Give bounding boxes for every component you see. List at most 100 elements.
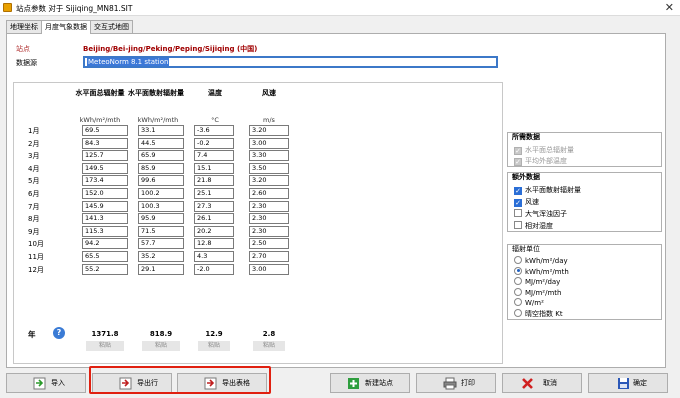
data-cell[interactable]: 173.4 [82, 175, 128, 187]
source-value: MeteoNorm 8.1 station [87, 58, 170, 66]
radio-icon[interactable] [514, 298, 522, 306]
data-cell[interactable]: 99.6 [138, 175, 184, 187]
radio-icon[interactable] [514, 287, 522, 296]
paste-button[interactable]: 粘贴 [142, 341, 180, 351]
data-cell[interactable]: 3.30 [249, 150, 289, 162]
data-cell[interactable]: 4.3 [194, 251, 234, 262]
data-cell[interactable]: 149.5 [82, 162, 128, 174]
data-cell[interactable]: 141.3 [82, 213, 128, 225]
new-site-button[interactable]: 新建站点 [330, 373, 410, 393]
data-cell[interactable]: 55.2 [82, 263, 128, 275]
save-icon [617, 377, 631, 390]
paste-button[interactable]: 粘贴 [253, 341, 285, 351]
site-parameters-window: 站点参数 对于 Sijiqing_MN81.SIT ✕ 地理坐标 月度气象数据 … [0, 0, 680, 398]
data-cell[interactable]: 2.30 [249, 225, 289, 237]
extra-item-wind-speed[interactable]: ✓ 风速 [514, 197, 539, 207]
data-cell[interactable]: 26.1 [194, 213, 234, 225]
unit-diffuse-horizontal: kWh/m²/mth [137, 116, 179, 124]
data-cell[interactable]: 33.1 [138, 125, 184, 136]
data-cell[interactable]: 25.1 [194, 188, 234, 199]
source-label: 数据源 [16, 59, 37, 67]
data-cell[interactable]: 20.2 [194, 225, 234, 237]
data-cell[interactable]: 3.50 [249, 162, 289, 174]
unit-option[interactable]: kWh/m²/mth [514, 266, 569, 276]
unit-option[interactable]: MJ/m²/day [514, 277, 560, 286]
month-label: 8月 [28, 215, 40, 224]
data-cell[interactable]: 27.3 [194, 200, 234, 212]
data-cell[interactable]: -3.6 [194, 125, 234, 136]
data-cell[interactable]: 145.9 [82, 200, 128, 212]
unit-wind-speed: m/s [263, 116, 275, 124]
cancel-label: 取消 [543, 379, 557, 387]
data-cell[interactable]: 2.70 [249, 251, 289, 262]
paste-button[interactable]: 粘贴 [86, 341, 124, 351]
data-cell[interactable]: 95.9 [138, 213, 184, 225]
month-label: 4月 [28, 164, 40, 173]
unit-option[interactable]: kWh/m²/day [514, 256, 568, 265]
data-cell[interactable]: 69.5 [82, 125, 128, 136]
data-cell[interactable]: 3.00 [249, 137, 289, 149]
import-button[interactable]: 导入 [6, 373, 86, 393]
data-cell[interactable]: 44.5 [138, 137, 184, 149]
data-cell[interactable]: 85.9 [138, 162, 184, 174]
extra-item-turbidity[interactable]: 大气浑浊因子 [514, 209, 567, 219]
data-cell[interactable]: 12.8 [194, 238, 234, 250]
data-cell[interactable]: 84.3 [82, 137, 128, 149]
radio-icon[interactable] [514, 256, 522, 264]
data-cell[interactable]: 3.00 [249, 263, 289, 275]
paste-button[interactable]: 粘贴 [198, 341, 230, 351]
checkbox-icon: ✓ [514, 147, 522, 155]
unit-option[interactable]: 晴空指数 Kt [514, 308, 563, 319]
data-cell[interactable]: 2.30 [249, 200, 289, 212]
data-cell[interactable]: 94.2 [82, 238, 128, 250]
unit-global-horizontal: kWh/m²/mth [79, 116, 121, 124]
source-input[interactable]: MeteoNorm 8.1 station [83, 56, 498, 68]
data-cell[interactable]: 100.2 [138, 188, 184, 199]
data-cell[interactable]: 152.0 [82, 188, 128, 199]
radio-icon[interactable] [514, 277, 522, 285]
extra-item-diffuse[interactable]: ✓ 水平面散射辐射量 [514, 185, 581, 195]
tab-monthly-meteo[interactable]: 月度气象数据 [41, 20, 91, 34]
tab-interactive-map[interactable]: 交互式地图 [90, 20, 133, 33]
data-cell[interactable]: -0.2 [194, 137, 234, 149]
annotation-highlight [89, 366, 271, 394]
site-name: Beijing/Bei-jing/Peking/Peping/Sijiqing … [83, 45, 258, 53]
radio-icon[interactable] [514, 308, 522, 317]
data-cell[interactable]: 3.20 [249, 175, 289, 187]
data-cell[interactable]: 15.1 [194, 162, 234, 174]
extra-item-humidity[interactable]: 相对湿度 [514, 221, 553, 231]
data-cell[interactable]: 21.8 [194, 175, 234, 187]
cancel-button[interactable]: 取消 [502, 373, 582, 393]
month-label: 10月 [28, 240, 44, 249]
unit-option[interactable]: W/m² [514, 298, 544, 307]
help-icon[interactable]: ? [53, 327, 65, 339]
data-cell[interactable]: 2.30 [249, 213, 289, 225]
print-button[interactable]: 打印 [416, 373, 496, 393]
data-cell[interactable]: 35.2 [138, 251, 184, 262]
data-cell[interactable]: 100.3 [138, 200, 184, 212]
data-cell[interactable]: 115.3 [82, 225, 128, 237]
data-cell[interactable]: 65.5 [82, 251, 128, 262]
data-cell[interactable]: 57.7 [138, 238, 184, 250]
col-header-temperature: 温度 [208, 89, 222, 97]
checkbox-icon[interactable] [514, 221, 522, 229]
data-cell[interactable]: 29.1 [138, 263, 184, 275]
data-cell[interactable]: 65.9 [138, 150, 184, 162]
checkbox-icon[interactable]: ✓ [514, 187, 522, 195]
data-cell[interactable]: 71.5 [138, 225, 184, 237]
data-cell[interactable]: 2.50 [249, 238, 289, 250]
radio-icon[interactable] [514, 266, 522, 275]
data-cell[interactable]: 2.60 [249, 188, 289, 199]
checkbox-icon[interactable] [514, 209, 522, 217]
data-cell[interactable]: 3.20 [249, 125, 289, 136]
ok-button[interactable]: 确定 [588, 373, 668, 393]
data-cell[interactable]: 125.7 [82, 150, 128, 162]
tab-geo-coordinates[interactable]: 地理坐标 [6, 20, 42, 33]
close-icon[interactable]: ✕ [665, 1, 674, 14]
checkbox-icon[interactable]: ✓ [514, 199, 522, 207]
data-cell[interactable]: -2.0 [194, 263, 234, 275]
data-cell[interactable]: 7.4 [194, 150, 234, 162]
unit-option[interactable]: MJ/m²/mth [514, 287, 561, 297]
extra-item-label: 大气浑浊因子 [525, 210, 567, 218]
month-label: 9月 [28, 227, 40, 236]
